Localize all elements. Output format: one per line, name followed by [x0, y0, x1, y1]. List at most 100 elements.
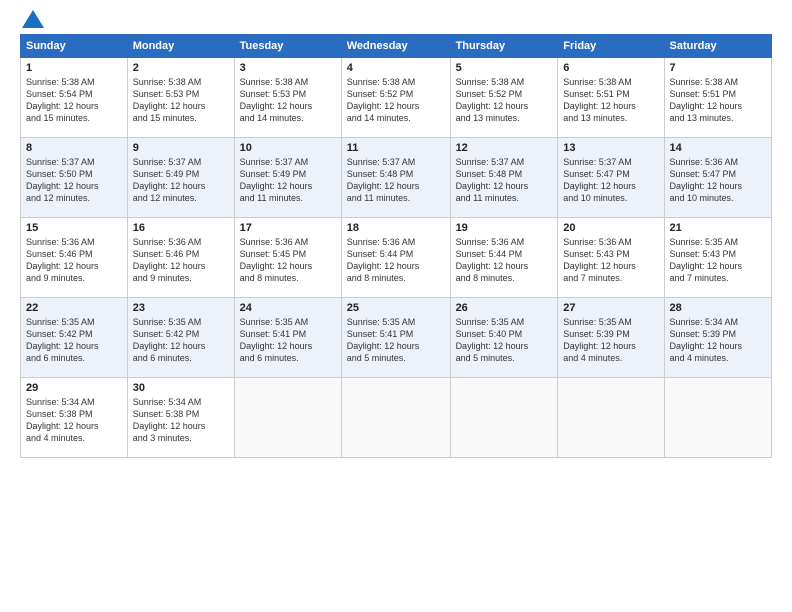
- table-row: 19 Sunrise: 5:36 AM Sunset: 5:44 PM Dayli…: [450, 218, 558, 298]
- day-info: Sunrise: 5:35 AM Sunset: 5:42 PM Dayligh…: [133, 316, 229, 365]
- day-number: 12: [456, 142, 553, 154]
- table-row: 5 Sunrise: 5:38 AM Sunset: 5:52 PM Daylig…: [450, 58, 558, 138]
- day-number: 24: [240, 302, 336, 314]
- header: [20, 16, 772, 28]
- table-row: 6 Sunrise: 5:38 AM Sunset: 5:51 PM Daylig…: [558, 58, 664, 138]
- table-row: [664, 378, 772, 458]
- table-row: 15 Sunrise: 5:36 AM Sunset: 5:46 PM Dayli…: [21, 218, 128, 298]
- table-row: 1 Sunrise: 5:38 AM Sunset: 5:54 PM Daylig…: [21, 58, 128, 138]
- day-info: Sunrise: 5:37 AM Sunset: 5:49 PM Dayligh…: [240, 156, 336, 205]
- table-row: [558, 378, 664, 458]
- calendar-week-row: 15 Sunrise: 5:36 AM Sunset: 5:46 PM Dayli…: [21, 218, 772, 298]
- table-row: 29 Sunrise: 5:34 AM Sunset: 5:38 PM Dayli…: [21, 378, 128, 458]
- day-number: 3: [240, 62, 336, 74]
- table-row: 13 Sunrise: 5:37 AM Sunset: 5:47 PM Dayli…: [558, 138, 664, 218]
- table-row: 3Sunrise: 5:38 AM Sunset: 5:53 PM Daylig…: [234, 58, 341, 138]
- table-row: 2Sunrise: 5:38 AM Sunset: 5:53 PM Daylig…: [127, 58, 234, 138]
- day-number: 6: [563, 62, 658, 74]
- day-info: Sunrise: 5:38 AM Sunset: 5:53 PM Dayligh…: [133, 76, 229, 125]
- table-row: 25 Sunrise: 5:35 AM Sunset: 5:41 PM Dayli…: [341, 298, 450, 378]
- day-info: Sunrise: 5:36 AM Sunset: 5:46 PM Dayligh…: [26, 236, 122, 285]
- table-row: 22Sunrise: 5:35 AM Sunset: 5:42 PM Dayli…: [21, 298, 128, 378]
- day-number: 20: [563, 222, 658, 234]
- table-row: 26 Sunrise: 5:35 AM Sunset: 5:40 PM Dayli…: [450, 298, 558, 378]
- day-number: 15: [26, 222, 122, 234]
- day-info: Sunrise: 5:36 AM Sunset: 5:43 PM Dayligh…: [563, 236, 658, 285]
- table-row: 14 Sunrise: 5:36 AM Sunset: 5:47 PM Dayli…: [664, 138, 772, 218]
- day-info: Sunrise: 5:36 AM Sunset: 5:44 PM Dayligh…: [456, 236, 553, 285]
- table-row: 27Sunrise: 5:35 AM Sunset: 5:39 PM Dayli…: [558, 298, 664, 378]
- day-number: 1: [26, 62, 122, 74]
- day-number: 28: [670, 302, 767, 314]
- table-row: 28 Sunrise: 5:34 AM Sunset: 5:39 PM Dayli…: [664, 298, 772, 378]
- table-row: 20 Sunrise: 5:36 AM Sunset: 5:43 PM Dayli…: [558, 218, 664, 298]
- day-info: Sunrise: 5:35 AM Sunset: 5:42 PM Dayligh…: [26, 316, 122, 365]
- day-number: 14: [670, 142, 767, 154]
- day-number: 17: [240, 222, 336, 234]
- day-info: Sunrise: 5:38 AM Sunset: 5:54 PM Dayligh…: [26, 76, 122, 125]
- day-info: Sunrise: 5:36 AM Sunset: 5:45 PM Dayligh…: [240, 236, 336, 285]
- calendar-header-row: Sunday Monday Tuesday Wednesday Thursday…: [21, 35, 772, 58]
- day-number: 16: [133, 222, 229, 234]
- day-info: Sunrise: 5:37 AM Sunset: 5:47 PM Dayligh…: [563, 156, 658, 205]
- day-number: 11: [347, 142, 445, 154]
- day-number: 23: [133, 302, 229, 314]
- day-info: Sunrise: 5:34 AM Sunset: 5:38 PM Dayligh…: [26, 396, 122, 445]
- day-number: 26: [456, 302, 553, 314]
- day-info: Sunrise: 5:35 AM Sunset: 5:40 PM Dayligh…: [456, 316, 553, 365]
- day-info: Sunrise: 5:37 AM Sunset: 5:49 PM Dayligh…: [133, 156, 229, 205]
- table-row: 16 Sunrise: 5:36 AM Sunset: 5:46 PM Dayli…: [127, 218, 234, 298]
- day-info: Sunrise: 5:35 AM Sunset: 5:39 PM Dayligh…: [563, 316, 658, 365]
- calendar-week-row: 8 Sunrise: 5:37 AM Sunset: 5:50 PM Daylig…: [21, 138, 772, 218]
- day-number: 9: [133, 142, 229, 154]
- day-number: 19: [456, 222, 553, 234]
- table-row: 23 Sunrise: 5:35 AM Sunset: 5:42 PM Dayli…: [127, 298, 234, 378]
- day-info: Sunrise: 5:38 AM Sunset: 5:51 PM Dayligh…: [563, 76, 658, 125]
- day-info: Sunrise: 5:37 AM Sunset: 5:48 PM Dayligh…: [456, 156, 553, 205]
- day-number: 25: [347, 302, 445, 314]
- calendar-week-row: 22Sunrise: 5:35 AM Sunset: 5:42 PM Dayli…: [21, 298, 772, 378]
- day-number: 8: [26, 142, 122, 154]
- day-number: 29: [26, 382, 122, 394]
- day-info: Sunrise: 5:38 AM Sunset: 5:52 PM Dayligh…: [347, 76, 445, 125]
- day-number: 5: [456, 62, 553, 74]
- table-row: 8 Sunrise: 5:37 AM Sunset: 5:50 PM Daylig…: [21, 138, 128, 218]
- calendar-week-row: 1 Sunrise: 5:38 AM Sunset: 5:54 PM Daylig…: [21, 58, 772, 138]
- table-row: 9 Sunrise: 5:37 AM Sunset: 5:49 PM Daylig…: [127, 138, 234, 218]
- day-number: 7: [670, 62, 767, 74]
- day-info: Sunrise: 5:37 AM Sunset: 5:50 PM Dayligh…: [26, 156, 122, 205]
- col-wednesday: Wednesday: [341, 35, 450, 58]
- day-number: 4: [347, 62, 445, 74]
- col-thursday: Thursday: [450, 35, 558, 58]
- table-row: 30 Sunrise: 5:34 AM Sunset: 5:38 PM Dayli…: [127, 378, 234, 458]
- day-info: Sunrise: 5:36 AM Sunset: 5:44 PM Dayligh…: [347, 236, 445, 285]
- table-row: 10 Sunrise: 5:37 AM Sunset: 5:49 PM Dayli…: [234, 138, 341, 218]
- day-number: 21: [670, 222, 767, 234]
- day-number: 13: [563, 142, 658, 154]
- day-info: Sunrise: 5:36 AM Sunset: 5:47 PM Dayligh…: [670, 156, 767, 205]
- calendar: Sunday Monday Tuesday Wednesday Thursday…: [20, 34, 772, 458]
- day-info: Sunrise: 5:34 AM Sunset: 5:38 PM Dayligh…: [133, 396, 229, 445]
- logo: [20, 16, 44, 28]
- page: Sunday Monday Tuesday Wednesday Thursday…: [0, 0, 792, 612]
- day-info: Sunrise: 5:35 AM Sunset: 5:41 PM Dayligh…: [240, 316, 336, 365]
- table-row: [450, 378, 558, 458]
- day-info: Sunrise: 5:36 AM Sunset: 5:46 PM Dayligh…: [133, 236, 229, 285]
- col-sunday: Sunday: [21, 35, 128, 58]
- day-info: Sunrise: 5:37 AM Sunset: 5:48 PM Dayligh…: [347, 156, 445, 205]
- table-row: [341, 378, 450, 458]
- day-number: 10: [240, 142, 336, 154]
- day-info: Sunrise: 5:35 AM Sunset: 5:43 PM Dayligh…: [670, 236, 767, 285]
- day-info: Sunrise: 5:34 AM Sunset: 5:39 PM Dayligh…: [670, 316, 767, 365]
- day-number: 18: [347, 222, 445, 234]
- table-row: 12 Sunrise: 5:37 AM Sunset: 5:48 PM Dayli…: [450, 138, 558, 218]
- col-monday: Monday: [127, 35, 234, 58]
- table-row: 17 Sunrise: 5:36 AM Sunset: 5:45 PM Dayli…: [234, 218, 341, 298]
- table-row: 7Sunrise: 5:38 AM Sunset: 5:51 PM Daylig…: [664, 58, 772, 138]
- table-row: 21 Sunrise: 5:35 AM Sunset: 5:43 PM Dayli…: [664, 218, 772, 298]
- day-info: Sunrise: 5:35 AM Sunset: 5:41 PM Dayligh…: [347, 316, 445, 365]
- calendar-week-row: 29 Sunrise: 5:34 AM Sunset: 5:38 PM Dayli…: [21, 378, 772, 458]
- day-info: Sunrise: 5:38 AM Sunset: 5:52 PM Dayligh…: [456, 76, 553, 125]
- logo-arrow-icon: [22, 10, 44, 28]
- day-number: 30: [133, 382, 229, 394]
